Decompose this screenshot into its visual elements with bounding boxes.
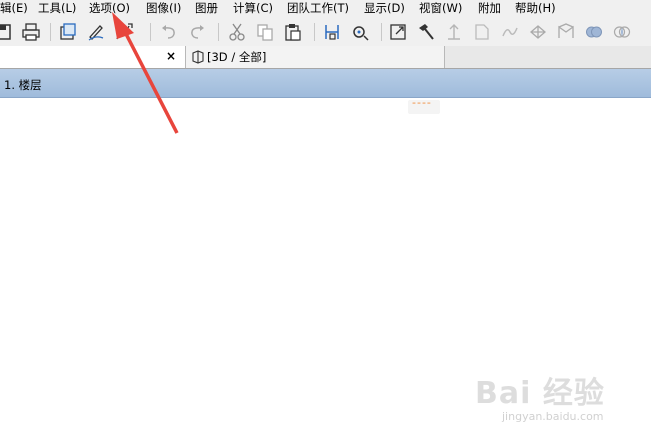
transform-icon[interactable] [113,21,135,43]
view-tab-strip: × [3D / 全部] [0,46,651,69]
menu-bar: 辑(E) 工具(L) 选项(O) 图像(I) 图册 计算(C) 团队工作(T) … [0,0,651,17]
menu-teamwork[interactable]: 团队工作(T) [287,0,349,17]
watermark-url: jingyan.baidu.com [502,410,604,423]
print-icon[interactable] [20,21,42,43]
dimension-icon[interactable] [321,21,343,43]
cut-icon[interactable] [226,21,248,43]
curve-icon[interactable] [499,21,521,43]
save-icon[interactable] [0,21,14,43]
dashed-marker: ---- [408,96,440,114]
menu-display[interactable]: 显示(D) [364,0,405,17]
union-icon[interactable] [583,21,605,43]
hammer-icon[interactable] [415,21,437,43]
pencil-icon[interactable] [85,21,107,43]
watermark-logo: Bai 经验 [475,376,605,411]
menu-window[interactable]: 视窗(W) [419,0,462,17]
tab-close-button[interactable]: × [166,49,176,63]
tab-3d-label: [3D / 全部] [207,50,267,64]
roof-icon[interactable] [555,21,577,43]
tab-3d-all[interactable]: [3D / 全部] [186,46,445,68]
3d-box-icon [192,50,204,64]
menu-help[interactable]: 帮助(H) [515,0,556,17]
intersect-icon[interactable] [611,21,633,43]
expand-icon[interactable] [387,21,409,43]
target-icon[interactable] [349,21,371,43]
menu-album[interactable]: 图册 [195,0,218,17]
menu-addons[interactable]: 附加 [478,0,501,17]
menu-image[interactable]: 图像(I) [146,0,181,17]
copy-icon[interactable] [254,21,276,43]
menu-options[interactable]: 选项(O) [89,0,130,17]
viewport-title: 1. 楼层 [4,78,42,92]
viewport-header: 1. 楼层 [0,69,651,98]
menu-tools[interactable]: 工具(L) [38,0,76,17]
redo-icon[interactable] [186,21,208,43]
layout-book-icon[interactable] [57,21,79,43]
page-icon[interactable] [471,21,493,43]
toolbar [0,17,651,47]
menu-calculate[interactable]: 计算(C) [233,0,273,17]
paste-icon[interactable] [282,21,304,43]
menu-edit[interactable]: 辑(E) [0,0,28,17]
tab-floor-plan[interactable]: × [0,46,186,68]
dashed-marker-text: ---- [412,96,432,109]
elevation-icon[interactable] [443,21,465,43]
mesh-icon[interactable] [527,21,549,43]
undo-icon[interactable] [158,21,180,43]
